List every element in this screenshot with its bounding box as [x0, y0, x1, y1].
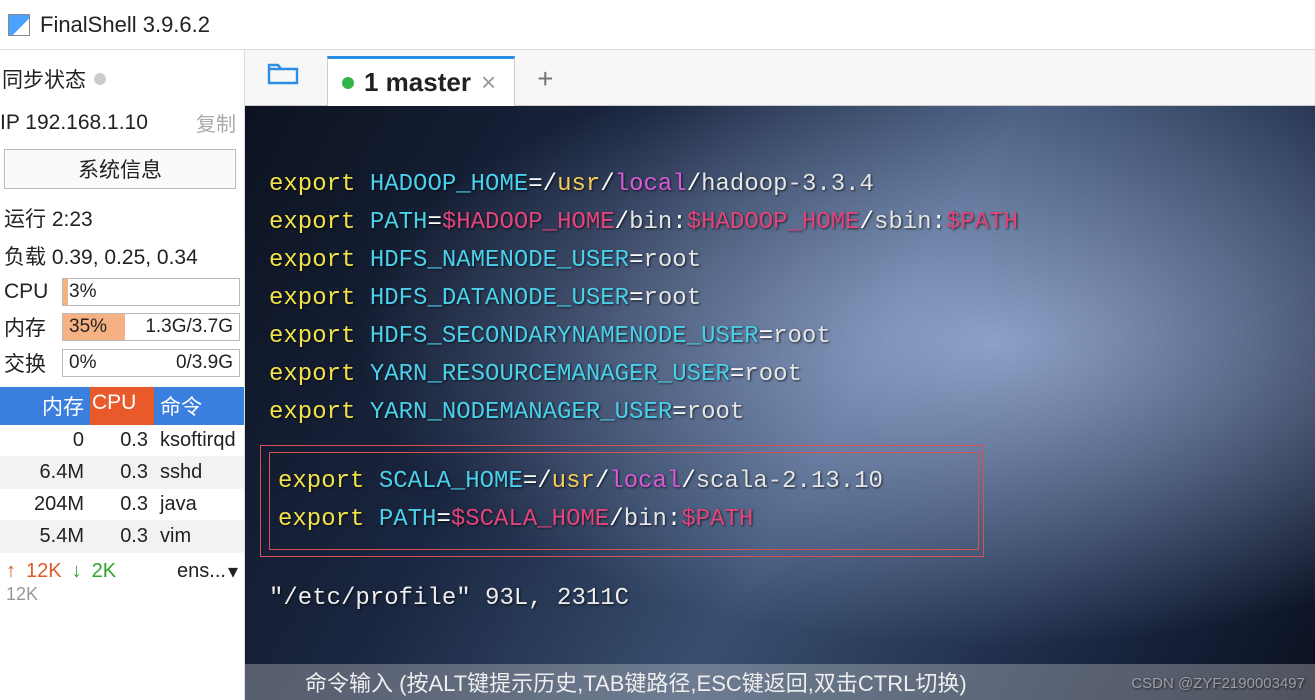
status-dot-icon: [342, 77, 354, 89]
network-interface: ens...: [177, 560, 226, 583]
watermark: CSDN @ZYF2190003497: [1131, 675, 1305, 692]
new-tab-button[interactable]: +: [515, 63, 571, 105]
process-table-header[interactable]: 内存 CPU 命令: [0, 387, 244, 425]
terminal[interactable]: export HADOOP_HOME=/usr/local/hadoop-3.3…: [245, 106, 1315, 700]
upload-rate: 12K: [26, 560, 62, 583]
load-avg: 负载 0.39, 0.25, 0.34: [0, 237, 244, 275]
sync-status-label: 同步状态: [2, 64, 86, 94]
code-line: export HDFS_NAMENODE_USER=root: [269, 242, 1295, 280]
download-rate: 2K: [92, 560, 116, 583]
cpu-label: CPU: [4, 280, 56, 304]
uptime: 运行 2:23: [0, 199, 244, 237]
col-mem[interactable]: 内存: [0, 387, 90, 425]
table-row[interactable]: 00.3ksoftirqd: [0, 425, 244, 457]
code-line: export YARN_RESOURCEMANAGER_USER=root: [269, 356, 1295, 394]
close-icon[interactable]: ×: [481, 67, 496, 98]
col-cpu[interactable]: CPU: [90, 387, 154, 425]
ip-label: IP 192.168.1.10: [0, 111, 148, 135]
tab-master[interactable]: 1 master ×: [327, 56, 515, 106]
highlight-box: export SCALA_HOME=/usr/local/scala-2.13.…: [269, 452, 979, 550]
mem-pct: 35%: [69, 316, 107, 338]
process-table-body: 00.3ksoftirqd6.4M0.3sshd204M0.3java5.4M0…: [0, 425, 244, 553]
tabbar: 1 master × +: [245, 50, 1315, 106]
folder-icon[interactable]: [257, 61, 327, 105]
code-line: export HADOOP_HOME=/usr/local/hadoop-3.3…: [269, 166, 1295, 204]
code-line: export PATH=$SCALA_HOME/bin:$PATH: [278, 501, 970, 539]
copy-button[interactable]: 复制: [196, 108, 236, 137]
sync-status-dot: [94, 73, 106, 85]
code-line: export SCALA_HOME=/usr/local/scala-2.13.…: [278, 463, 970, 501]
swap-detail: 0/3.9G: [176, 352, 233, 374]
sidebar: 同步状态 IP 192.168.1.10 复制 系统信息 运行 2:23 负载 …: [0, 50, 245, 700]
app-title: FinalShell 3.9.6.2: [40, 12, 210, 38]
col-cmd[interactable]: 命令: [154, 387, 244, 425]
mem-label: 内存: [4, 312, 56, 342]
upload-icon: ↑: [6, 560, 16, 583]
download-icon: ↓: [72, 560, 82, 583]
table-row[interactable]: 6.4M0.3sshd: [0, 457, 244, 489]
table-row[interactable]: 5.4M0.3vim: [0, 521, 244, 553]
app-icon: [8, 14, 30, 36]
network-row: ↑ 12K ↓ 2K ens... ▾: [0, 553, 244, 584]
network-interface-select[interactable]: ens... ▾: [126, 559, 238, 584]
code-line: export HDFS_DATANODE_USER=root: [269, 280, 1295, 318]
file-status: "/etc/profile" 93L, 2311C: [269, 580, 1295, 618]
swap-label: 交换: [4, 348, 56, 378]
swap-meter: 0% 0/3.9G: [62, 349, 240, 377]
cpu-meter: 3%: [62, 278, 240, 306]
code-line: export PATH=$HADOOP_HOME/bin:$HADOOP_HOM…: [269, 204, 1295, 242]
bottom-rate: 12K: [0, 584, 244, 605]
cpu-pct: 3%: [69, 281, 96, 303]
chevron-down-icon: ▾: [228, 559, 238, 584]
titlebar: FinalShell 3.9.6.2: [0, 0, 1315, 50]
code-line: export YARN_NODEMANAGER_USER=root: [269, 394, 1295, 432]
mem-detail: 1.3G/3.7G: [145, 316, 233, 338]
mem-meter: 35% 1.3G/3.7G: [62, 313, 240, 341]
system-info-button[interactable]: 系统信息: [4, 149, 236, 189]
swap-pct: 0%: [69, 352, 96, 374]
code-line: export HDFS_SECONDARYNAMENODE_USER=root: [269, 318, 1295, 356]
tab-label: 1 master: [364, 67, 471, 98]
table-row[interactable]: 204M0.3java: [0, 489, 244, 521]
